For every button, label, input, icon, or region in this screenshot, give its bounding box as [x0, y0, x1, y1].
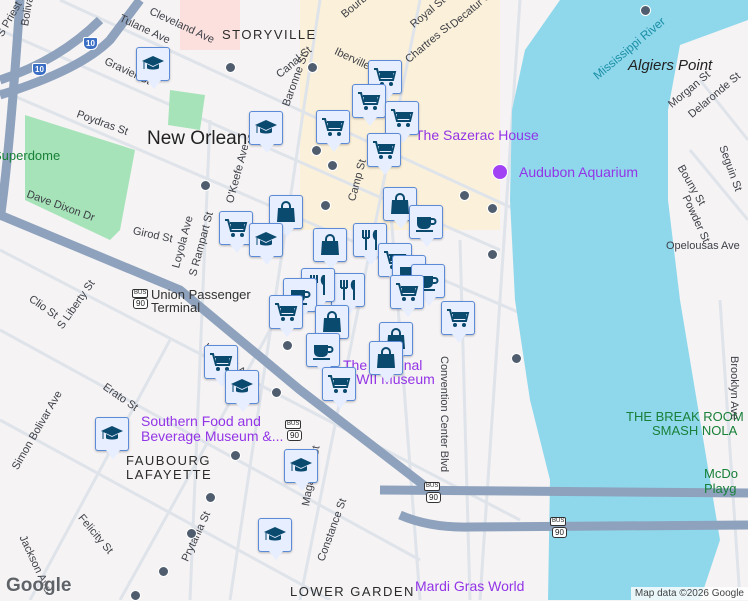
transit-stop-icon[interactable]	[186, 528, 197, 539]
transit-stop-icon[interactable]	[205, 492, 216, 503]
graduation-cap-icon	[142, 56, 164, 70]
map-marker-school[interactable]	[249, 111, 283, 153]
graduation-cap-icon	[255, 232, 277, 246]
transit-stop-icon[interactable]	[511, 353, 522, 364]
district-label: LAFAYETTE	[126, 467, 213, 482]
interstate-10-shield: 10	[83, 37, 98, 50]
interstate-10-shield: 10	[32, 63, 47, 76]
street-label: Convention Center Blvd	[438, 356, 450, 473]
transit-stop-icon[interactable]	[307, 62, 318, 73]
bus-route-plate: BUS	[550, 517, 567, 526]
bus-route-plate: BUS	[285, 420, 302, 429]
shopping-bag-icon	[321, 234, 339, 255]
restaurant-icon	[340, 280, 355, 300]
map-marker-cart[interactable]	[390, 275, 424, 317]
us-90-shield: 90	[133, 298, 148, 309]
shopping-cart-icon	[275, 303, 298, 321]
poi-mcdonogh-line2[interactable]: Playg	[704, 481, 737, 496]
transit-stop-icon[interactable]	[487, 249, 498, 260]
google-logo: Google	[6, 575, 72, 596]
us-90-shield: 90	[287, 430, 302, 441]
map-marker-cart[interactable]	[441, 301, 475, 343]
shopping-cart-icon	[225, 219, 248, 237]
shopping-cart-icon	[396, 283, 419, 301]
shopping-cart-icon	[373, 141, 396, 159]
poi-sofab-line2[interactable]: Beverage Museum &...	[141, 428, 283, 444]
shopping-cart-icon	[322, 118, 345, 136]
map-marker-cart[interactable]	[322, 367, 356, 409]
map-marker-shop[interactable]	[313, 228, 347, 270]
district-label: FAUBOURG	[126, 453, 211, 468]
shopping-cart-icon	[447, 309, 470, 327]
transit-stop-icon[interactable]	[320, 200, 331, 211]
bus-route-plate: BUS	[132, 289, 149, 298]
shopping-bag-icon	[323, 311, 341, 332]
shopping-bag-icon	[277, 201, 295, 222]
neighborhood-label: Algiers Point	[628, 57, 713, 74]
poi-sofab[interactable]: Southern Food and	[141, 413, 261, 429]
transit-stop-icon[interactable]	[230, 450, 241, 461]
map-marker-food[interactable]	[331, 273, 365, 315]
map-marker-shop[interactable]	[369, 341, 403, 383]
poi-sazerac-house[interactable]: The Sazerac House	[415, 127, 539, 143]
coffee-cup-icon	[416, 217, 437, 232]
us-90-shield: 90	[426, 492, 441, 503]
poi-union-terminal-line2[interactable]: Terminal	[151, 300, 200, 315]
transit-stop-icon[interactable]	[130, 590, 141, 601]
coffee-cup-icon	[313, 345, 334, 360]
transit-stop-icon[interactable]	[158, 566, 169, 577]
graduation-cap-icon	[255, 120, 277, 134]
poi-audubon-aquarium[interactable]: Audubon Aquarium	[519, 164, 638, 180]
map-attribution[interactable]: Map data ©2026 Google	[630, 587, 748, 600]
map-marker-school[interactable]	[249, 223, 283, 265]
graduation-cap-icon	[231, 379, 253, 393]
transit-stop-icon[interactable]	[311, 145, 322, 156]
street-label: Opelousas Ave	[666, 240, 740, 252]
transit-stop-icon[interactable]	[459, 190, 470, 201]
map-marker-school[interactable]	[136, 47, 170, 89]
poi-mcdonogh[interactable]: McDo	[704, 466, 738, 481]
bus-route-plate: BUS	[424, 482, 441, 491]
shopping-cart-icon	[358, 92, 381, 110]
map-marker-school[interactable]	[225, 370, 259, 412]
poi-break-room[interactable]: THE BREAK ROOM	[626, 409, 744, 424]
map-marker-cart[interactable]	[367, 133, 401, 175]
graduation-cap-icon	[290, 458, 312, 472]
street-label: Brooklyn Ave	[728, 356, 740, 421]
shopping-cart-icon	[391, 109, 414, 127]
map-marker-school[interactable]	[258, 518, 292, 560]
map-marker-cart[interactable]	[316, 110, 350, 152]
poi-mardi-gras-world[interactable]: Mardi Gras World	[415, 578, 524, 594]
district-label: STORYVILLE	[222, 27, 317, 42]
map-marker-school[interactable]	[95, 417, 129, 459]
aquarium-icon	[492, 164, 508, 180]
transit-stop-icon[interactable]	[487, 203, 498, 214]
poi-break-room-line2[interactable]: SMASH NOLA	[652, 423, 737, 438]
map-marker-cart[interactable]	[269, 295, 303, 337]
graduation-cap-icon	[264, 527, 286, 541]
shopping-bag-icon	[377, 347, 395, 368]
poi-superdome[interactable]: Superdome	[0, 148, 60, 163]
map-marker-school[interactable]	[284, 449, 318, 491]
transit-stop-icon[interactable]	[225, 62, 236, 73]
map-marker-cup[interactable]	[409, 205, 443, 247]
graduation-cap-icon	[101, 426, 123, 440]
transit-stop-icon[interactable]	[640, 5, 651, 16]
transit-stop-icon[interactable]	[271, 387, 282, 398]
map-marker-cart[interactable]	[219, 211, 253, 253]
map-marker-cup[interactable]	[306, 333, 340, 375]
transit-stop-icon[interactable]	[327, 160, 338, 171]
transit-stop-icon[interactable]	[200, 180, 211, 191]
us-90-shield: 90	[552, 527, 567, 538]
duncan-plaza	[168, 90, 205, 130]
shopping-cart-icon	[328, 375, 351, 393]
map-marker-cart[interactable]	[352, 84, 386, 126]
map-marker-cart[interactable]	[385, 101, 419, 143]
transit-stop-icon[interactable]	[282, 340, 293, 351]
district-label: LOWER GARDEN	[290, 584, 415, 599]
